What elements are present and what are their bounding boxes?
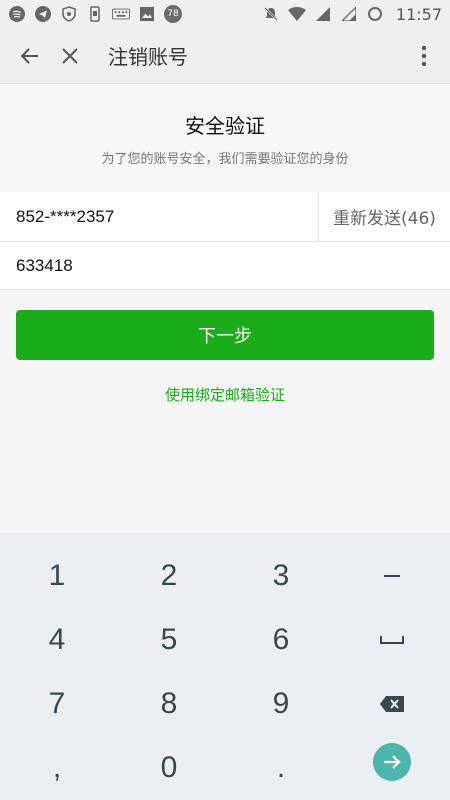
signal-icon-2	[340, 5, 358, 23]
key-3[interactable]: 3	[225, 544, 337, 608]
space-icon	[380, 636, 404, 644]
key-comma[interactable]: ,	[1, 736, 113, 800]
phone-number: 852-****2357	[16, 206, 115, 226]
verification-code-input[interactable]: 633418	[16, 256, 73, 276]
key-6[interactable]: 6	[225, 608, 337, 672]
code-input-row[interactable]: 633418	[0, 242, 450, 290]
numeric-keyboard: 1 2 3 4 5 6 7 8 9 , 0 .	[0, 533, 450, 800]
status-right: 11:57	[262, 5, 442, 24]
image-icon	[138, 5, 156, 23]
backspace-icon	[380, 696, 404, 712]
key-5[interactable]: 5	[113, 608, 225, 672]
back-button[interactable]	[10, 36, 50, 76]
phone-row: 852-****2357 重新发送(46)	[0, 192, 450, 242]
sim-icon	[86, 5, 104, 23]
verification-header: 安全验证 为了您的账号安全，我们需要验证您的身份	[0, 84, 450, 192]
vpn-shield-icon	[60, 5, 78, 23]
signal-icon	[314, 5, 332, 23]
key-7[interactable]: 7	[1, 672, 113, 736]
key-period[interactable]: .	[225, 736, 337, 800]
more-vertical-icon	[421, 45, 427, 66]
key-minus[interactable]	[336, 544, 448, 608]
key-space[interactable]	[336, 608, 448, 672]
section-subtitle: 为了您的账号安全，我们需要验证您的身份	[101, 152, 349, 167]
arrow-right-icon	[384, 755, 401, 769]
key-go[interactable]	[336, 730, 448, 794]
key-0[interactable]: 0	[113, 736, 225, 800]
wifi-icon	[287, 5, 306, 23]
key-8[interactable]: 8	[113, 672, 225, 736]
close-button[interactable]	[50, 36, 90, 76]
status-left: 78	[8, 5, 182, 23]
section-title: 安全验证	[185, 114, 265, 138]
key-9[interactable]: 9	[225, 672, 337, 736]
notification-count-badge: 78	[164, 5, 182, 23]
key-2[interactable]: 2	[113, 544, 225, 608]
battery-icon	[366, 5, 384, 23]
telegram-icon	[34, 5, 52, 23]
close-icon	[62, 47, 78, 64]
page-title: 注销账号	[108, 45, 188, 69]
arrow-left-icon	[20, 47, 38, 64]
go-button[interactable]	[373, 743, 411, 781]
status-bar: 78 11:57	[0, 0, 450, 28]
resend-code-button[interactable]: 重新发送(46)	[318, 192, 450, 241]
next-step-button[interactable]: 下一步	[16, 310, 434, 360]
key-4[interactable]: 4	[1, 608, 113, 672]
verify-by-email-link[interactable]: 使用绑定邮箱验证	[0, 384, 450, 405]
notifications-off-icon	[262, 5, 280, 23]
key-1[interactable]: 1	[1, 544, 113, 608]
app-bar: 注销账号	[0, 28, 450, 84]
spotify-icon	[8, 5, 26, 23]
key-backspace[interactable]	[336, 672, 448, 736]
status-time: 11:57	[395, 4, 442, 24]
minus-icon	[384, 575, 400, 577]
more-options-button[interactable]	[404, 36, 444, 76]
keyboard-icon	[112, 5, 130, 23]
